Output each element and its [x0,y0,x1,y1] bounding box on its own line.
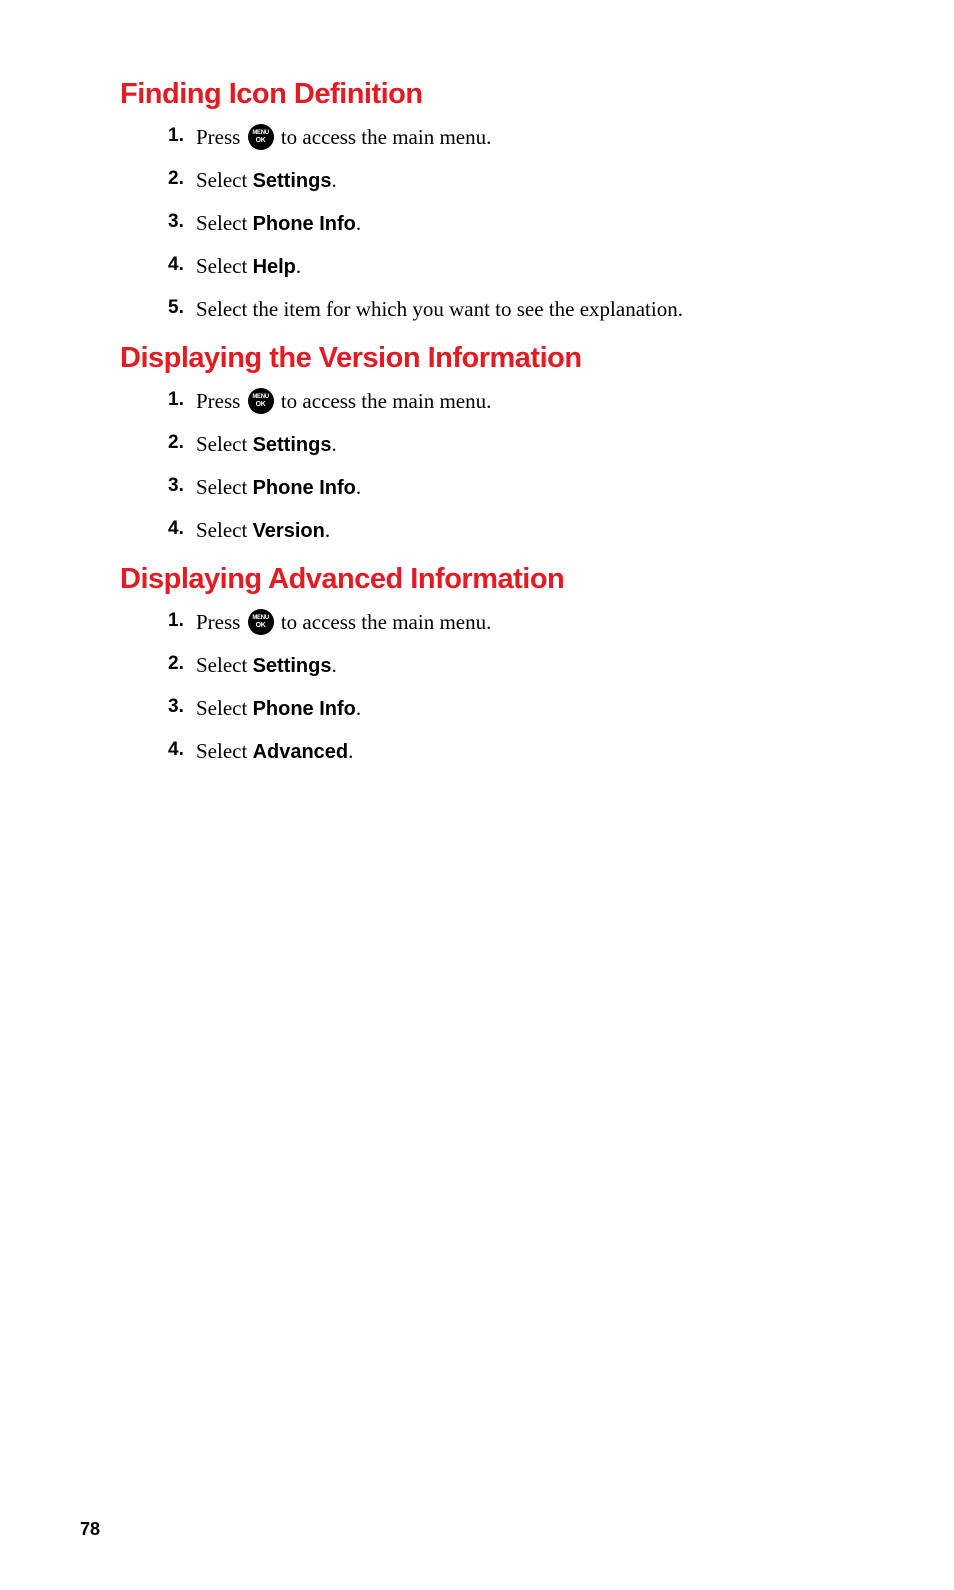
step-text-pre: Select [196,168,253,192]
step-text-pre: Select [196,653,253,677]
step-item: 4. Select Advanced. [168,737,874,766]
step-text-post: . [348,739,353,763]
step-text-pre: Select [196,696,253,720]
step-text-post: to access the main menu. [276,125,492,149]
step-text-pre: Select the item for which you want to se… [196,297,683,321]
step-text-pre: Select [196,432,253,456]
step-text-bold: Phone Info [253,213,356,235]
step-number: 2. [168,166,184,192]
menu-ok-icon: MENUOK [248,124,274,150]
step-text-bold: Settings [253,170,332,192]
page-number: 78 [80,1519,100,1540]
step-list: 1. Press MENUOK to access the main menu.… [168,387,874,545]
step-number: 4. [168,252,184,278]
step-text-post: . [331,653,336,677]
step-text-pre: Select [196,211,253,235]
step-text-pre: Select [196,518,253,542]
step-text-post: to access the main menu. [276,389,492,413]
step-item: 2. Select Settings. [168,651,874,680]
step-item: 5. Select the item for which you want to… [168,295,874,323]
step-list: 1. Press MENUOK to access the main menu.… [168,123,874,324]
step-text-post: . [331,432,336,456]
step-text-pre: Select [196,739,253,763]
step-text-post: . [296,254,301,278]
step-number: 5. [168,295,184,321]
step-text-post: . [356,696,361,720]
step-number: 3. [168,473,184,499]
step-item: 1. Press MENUOK to access the main menu. [168,608,874,637]
step-item: 1. Press MENUOK to access the main menu. [168,123,874,152]
step-item: 3. Select Phone Info. [168,209,874,238]
step-item: 4. Select Help. [168,252,874,281]
step-text-post: . [356,475,361,499]
step-text-bold: Phone Info [253,477,356,499]
section-heading: Displaying Advanced Information [120,563,874,596]
step-item: 2. Select Settings. [168,166,874,195]
step-number: 2. [168,651,184,677]
step-item: 3. Select Phone Info. [168,694,874,723]
step-item: 1. Press MENUOK to access the main menu. [168,387,874,416]
step-text-bold: Phone Info [253,698,356,720]
step-text-bold: Settings [253,655,332,677]
menu-ok-icon: MENUOK [248,609,274,635]
step-number: 1. [168,387,184,413]
step-text-bold: Settings [253,434,332,456]
step-item: 3. Select Phone Info. [168,473,874,502]
step-text-post: . [325,518,330,542]
step-number: 3. [168,209,184,235]
step-text-post: to access the main menu. [276,610,492,634]
step-number: 4. [168,737,184,763]
step-text-post: . [331,168,336,192]
step-number: 3. [168,694,184,720]
step-number: 1. [168,608,184,634]
step-item: 4. Select Version. [168,516,874,545]
step-text-pre: Press [196,610,246,634]
step-item: 2. Select Settings. [168,430,874,459]
step-number: 1. [168,123,184,149]
step-text-bold: Help [253,256,296,278]
step-number: 4. [168,516,184,542]
step-list: 1. Press MENUOK to access the main menu.… [168,608,874,766]
step-text-pre: Select [196,254,253,278]
menu-ok-icon: MENUOK [248,388,274,414]
step-text-pre: Press [196,389,246,413]
step-text-bold: Advanced [253,741,349,763]
step-text-pre: Select [196,475,253,499]
section-heading: Finding Icon Definition [120,78,874,111]
step-text-pre: Press [196,125,246,149]
step-text-bold: Version [253,520,325,542]
step-text-post: . [356,211,361,235]
step-number: 2. [168,430,184,456]
section-heading: Displaying the Version Information [120,342,874,375]
